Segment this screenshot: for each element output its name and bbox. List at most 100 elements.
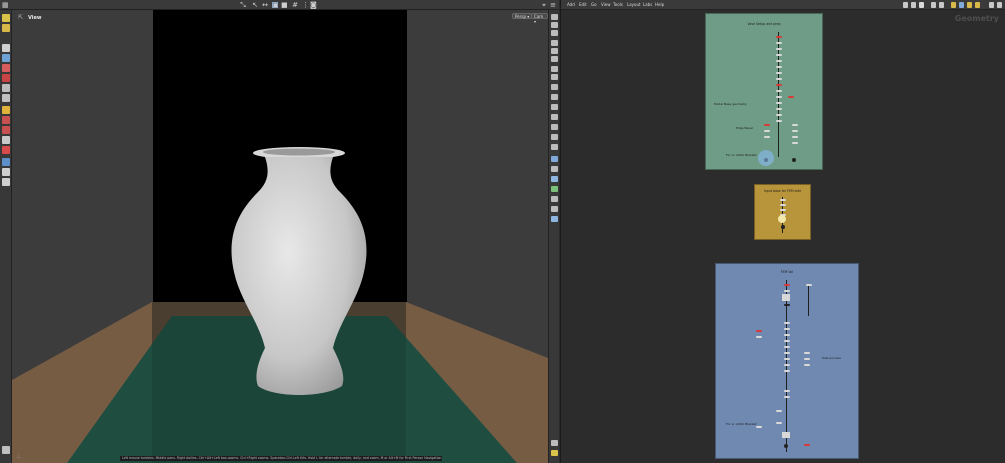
network-box-vase-setup[interactable]: Vase Setup and prep Model Base geometry … (705, 13, 823, 170)
node[interactable] (756, 426, 762, 428)
network-box-input-base[interactable]: Input base for FEM side (754, 184, 811, 240)
pin-icon[interactable]: ⌖ (541, 2, 547, 9)
grid-view-icon[interactable] (939, 2, 944, 8)
node[interactable] (756, 336, 762, 338)
display-icon-22[interactable] (551, 216, 558, 222)
display-icon-4[interactable] (551, 40, 558, 46)
render-region-icon[interactable] (2, 158, 10, 166)
camera-lock-icon[interactable]: ◙ (310, 2, 317, 9)
node[interactable] (776, 42, 782, 44)
palette-icon[interactable] (967, 2, 972, 8)
node[interactable] (776, 78, 782, 80)
node[interactable] (784, 322, 790, 324)
menu-edit[interactable]: Edit (579, 2, 587, 8)
hat-icon[interactable] (2, 178, 10, 186)
pose-icon[interactable]: ↖ (252, 2, 258, 9)
move-tool-icon[interactable] (2, 54, 10, 62)
layout-icon[interactable] (931, 2, 936, 8)
display-icon-7[interactable] (551, 66, 558, 72)
flag-icon[interactable] (911, 2, 916, 8)
node[interactable] (792, 130, 798, 132)
display-icon-10[interactable] (551, 94, 558, 100)
camera-menu-button[interactable]: Cam ▾ (531, 13, 548, 24)
page-icon[interactable] (919, 2, 924, 8)
select-tool-icon[interactable] (2, 44, 10, 52)
display-icon-19[interactable] (551, 186, 558, 192)
sticky-note-icon[interactable] (951, 2, 956, 8)
node[interactable] (782, 432, 790, 438)
node[interactable] (784, 328, 790, 330)
node[interactable] (776, 90, 782, 92)
display-icon-21[interactable] (551, 206, 558, 212)
display-icon-18[interactable] (551, 176, 558, 182)
shape-icon[interactable] (975, 2, 980, 8)
node[interactable] (776, 96, 782, 98)
node[interactable] (792, 124, 798, 126)
node[interactable] (804, 352, 810, 354)
view-expand-icon[interactable]: ⇱ (18, 14, 23, 21)
node[interactable] (764, 130, 770, 132)
pose-tool-icon[interactable] (2, 84, 10, 92)
menu-tools[interactable]: Tools (613, 2, 623, 8)
display-icon-8[interactable] (551, 74, 558, 80)
node[interactable] (776, 114, 782, 116)
node[interactable] (776, 108, 782, 110)
snap-icon[interactable]: ▣ (272, 2, 279, 9)
search-icon[interactable] (989, 2, 994, 8)
node[interactable] (776, 36, 782, 38)
node[interactable] (784, 364, 790, 366)
brush-tool-icon[interactable] (2, 116, 10, 124)
node[interactable] (804, 364, 810, 366)
display-icon-1[interactable] (551, 14, 558, 20)
display-icon-9[interactable] (551, 84, 558, 90)
node[interactable] (782, 294, 790, 301)
link-icon[interactable]: ↔ (262, 2, 268, 9)
node[interactable] (784, 352, 790, 354)
display-icon-13[interactable] (551, 124, 558, 130)
node[interactable] (784, 284, 790, 286)
node[interactable] (776, 48, 782, 50)
node[interactable] (776, 410, 782, 412)
network-menu-icon[interactable] (997, 2, 1002, 8)
display-icon-24[interactable] (551, 450, 558, 456)
node[interactable] (804, 444, 810, 446)
node[interactable] (776, 54, 782, 56)
display-icon-23[interactable] (551, 440, 558, 446)
node[interactable] (804, 358, 810, 360)
select-icon[interactable]: ⤡ (240, 2, 246, 9)
node[interactable] (784, 396, 790, 398)
display-icon-15[interactable] (551, 144, 558, 150)
view-tool-icon[interactable] (2, 126, 10, 134)
display-icon-14[interactable] (551, 134, 558, 140)
network-box-icon[interactable] (959, 2, 964, 8)
node[interactable] (784, 304, 790, 306)
node[interactable] (784, 346, 790, 348)
node[interactable] (776, 422, 782, 424)
node[interactable] (764, 124, 770, 126)
node[interactable] (776, 60, 782, 62)
settings-icon[interactable] (2, 446, 10, 454)
box-icon[interactable]: ■ (281, 2, 288, 9)
node[interactable] (792, 142, 798, 144)
node[interactable] (776, 66, 782, 68)
network-editor-pane[interactable]: Add Edit Go View Tools Layout Labs Help … (560, 0, 1005, 463)
node[interactable] (806, 284, 812, 286)
display-icon-3[interactable] (551, 30, 558, 36)
magnet-icon[interactable] (2, 136, 10, 144)
node[interactable] (776, 84, 782, 86)
handle-tool-icon[interactable] (2, 94, 10, 102)
node[interactable] (764, 136, 770, 138)
camera-tool-icon[interactable] (2, 168, 10, 176)
geometry-icon[interactable] (2, 24, 10, 32)
output-node[interactable] (792, 158, 796, 162)
display-icon-5[interactable] (551, 48, 558, 54)
menu-layout[interactable]: Layout (627, 2, 641, 8)
output-node[interactable] (781, 225, 785, 229)
rotate-tool-icon[interactable] (2, 64, 10, 72)
node[interactable] (784, 334, 790, 336)
display-icon-16[interactable] (551, 156, 558, 162)
perspective-menu-button[interactable]: Persp ▾ (512, 13, 533, 19)
node[interactable] (756, 330, 762, 332)
menu-add[interactable]: Add (567, 2, 575, 8)
network-box-fem-vol[interactable]: FEM Vol Post process For vc stitch Blank… (715, 263, 859, 459)
